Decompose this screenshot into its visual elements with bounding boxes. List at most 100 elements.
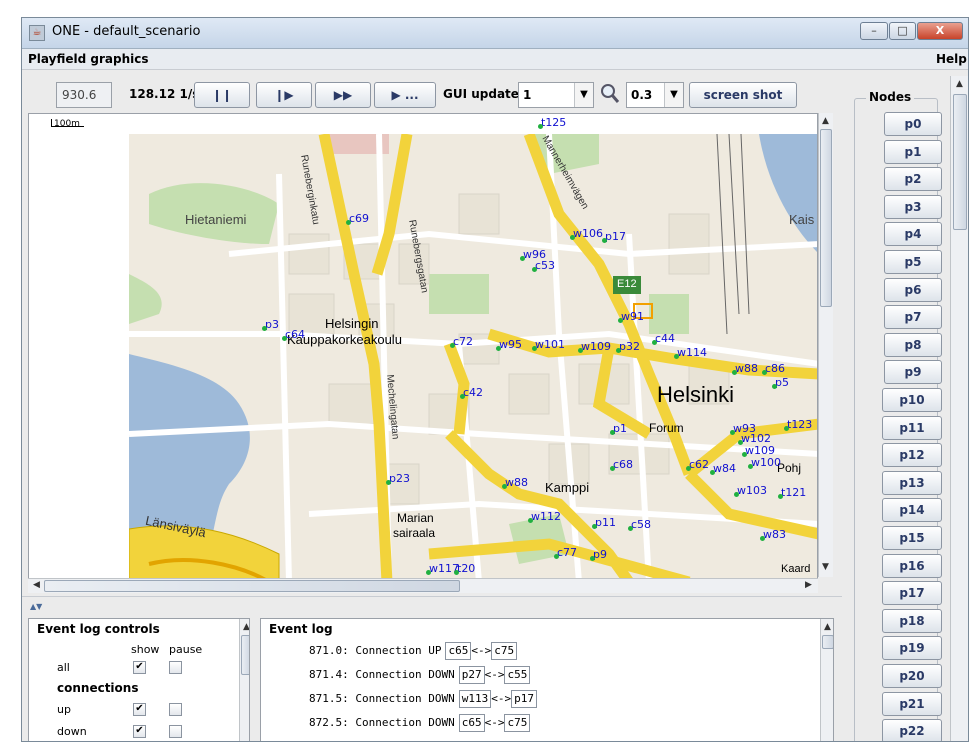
node-button-p4[interactable]: p4	[884, 222, 942, 247]
map-node[interactable]: w106	[570, 227, 603, 240]
filter-up-show-checkbox[interactable]: ✔	[133, 703, 146, 716]
map-node[interactable]: p17	[602, 230, 626, 243]
scroll-up-arrow-icon[interactable]: ▲	[953, 78, 966, 91]
map-node[interactable]: p11	[592, 516, 616, 529]
node-button-p22[interactable]: p22	[882, 719, 942, 741]
node-button-p12[interactable]: p12	[882, 443, 942, 468]
node-button-p21[interactable]: p21	[882, 691, 942, 716]
node-button-p10[interactable]: p10	[882, 388, 942, 412]
playfield-horizontal-scrollbar[interactable]: ◀ ▶	[28, 578, 818, 593]
filter-all-pause-checkbox[interactable]	[169, 661, 182, 674]
map-node[interactable]: p1	[610, 422, 627, 435]
map-node[interactable]: w88	[502, 476, 528, 489]
map-node[interactable]: w112	[528, 510, 561, 523]
scroll-thumb[interactable]	[822, 635, 833, 649]
map-node[interactable]: p5	[772, 376, 789, 389]
map-node[interactable]: c42	[459, 386, 483, 399]
node-button-p14[interactable]: p14	[882, 498, 942, 523]
menu-playfield-graphics[interactable]: Playfield graphics	[28, 52, 148, 66]
scroll-thumb[interactable]	[241, 635, 249, 675]
maximize-button[interactable]: □	[889, 22, 916, 40]
scroll-up-arrow-icon[interactable]: ▲	[821, 621, 833, 634]
screen-shot-button[interactable]: screen shot	[689, 82, 797, 108]
filter-down-pause-checkbox[interactable]	[169, 725, 182, 738]
map-node[interactable]: p32	[616, 340, 640, 353]
map-node[interactable]: c58	[627, 518, 651, 531]
map-node[interactable]: w103	[734, 484, 767, 497]
log-host-a[interactable]: p27	[458, 666, 485, 684]
menu-help[interactable]: Help	[936, 52, 967, 66]
log-host-a[interactable]: c65	[458, 714, 485, 732]
gui-update-select[interactable]: 1 ▼	[518, 82, 594, 108]
node-button-p7[interactable]: p7	[884, 305, 942, 330]
close-button[interactable]: X	[917, 22, 963, 40]
scroll-up-arrow-icon[interactable]: ▲	[819, 115, 832, 128]
node-button-p5[interactable]: p5	[884, 250, 942, 274]
node-button-p17[interactable]: p17	[882, 581, 942, 606]
log-host-b[interactable]: p17	[511, 690, 537, 708]
nodes-scrollbar[interactable]: ▲	[950, 76, 968, 741]
playfield-vertical-scrollbar[interactable]: ▲ ▼	[818, 113, 833, 577]
map-node[interactable]: w91	[618, 310, 644, 323]
split-pane-divider[interactable]: ▲▼	[22, 596, 842, 617]
map-node[interactable]: c77	[553, 546, 577, 559]
map-node[interactable]: t20	[453, 562, 475, 575]
node-button-p3[interactable]: p3	[884, 194, 942, 219]
map-node[interactable]: w114	[674, 346, 707, 359]
scroll-thumb[interactable]	[44, 580, 460, 592]
play-until-button[interactable]: ▶ ...	[374, 82, 436, 108]
log-host-a[interactable]: w113	[458, 690, 492, 708]
map-node[interactable]: t123	[783, 418, 812, 431]
log-host-a[interactable]: c65	[445, 642, 472, 660]
zoom-select[interactable]: 0.3 ▼	[626, 82, 684, 108]
minimize-button[interactable]: –	[860, 22, 888, 40]
map-node[interactable]: c69	[345, 212, 369, 225]
scroll-left-arrow-icon[interactable]: ◀	[30, 579, 43, 592]
map-node[interactable]: c44	[651, 332, 675, 345]
map-node[interactable]: w84	[710, 462, 736, 475]
scroll-right-arrow-icon[interactable]: ▶	[802, 579, 815, 592]
map-node[interactable]: t121	[777, 486, 806, 499]
event-log-controls-scrollbar[interactable]: ▲	[239, 619, 249, 741]
map-node[interactable]: p3	[262, 318, 279, 331]
map-node[interactable]: w88	[732, 362, 758, 375]
split-expand-icon[interactable]: ▲▼	[30, 602, 42, 611]
event-log-scrollbar[interactable]: ▲	[820, 619, 833, 741]
node-button-p20[interactable]: p20	[882, 664, 942, 688]
map-node[interactable]: t125	[537, 116, 566, 129]
node-button-p8[interactable]: p8	[884, 332, 942, 357]
map-node[interactable]: w100	[748, 456, 781, 469]
scroll-down-arrow-icon[interactable]: ▼	[819, 561, 832, 574]
map-node[interactable]: c62	[685, 458, 709, 471]
node-button-p0[interactable]: p0	[884, 112, 942, 136]
node-button-p16[interactable]: p16	[882, 553, 942, 578]
map-node[interactable]: w95	[496, 338, 522, 351]
map-node[interactable]: c86	[761, 362, 785, 375]
scroll-up-arrow-icon[interactable]: ▲	[240, 621, 249, 634]
log-host-b[interactable]: c75	[491, 642, 518, 660]
map-node[interactable]: c53	[531, 259, 555, 272]
map-node[interactable]: c72	[449, 335, 473, 348]
node-button-p18[interactable]: p18	[882, 608, 942, 633]
chevron-down-icon[interactable]: ▼	[574, 83, 593, 107]
playfield-map[interactable]: 100m Hietaniemi Helsingin Kauppakorkeako…	[28, 113, 818, 579]
map-node[interactable]: w109	[578, 340, 611, 353]
pause-button[interactable]: ❙❙	[194, 82, 250, 108]
map-node[interactable]: p23	[386, 472, 410, 485]
step-button[interactable]: ❙▶	[256, 82, 312, 108]
scroll-thumb[interactable]	[820, 129, 832, 307]
filter-down-show-checkbox[interactable]: ✔	[133, 725, 146, 738]
log-host-b[interactable]: c55	[504, 666, 531, 684]
node-button-p1[interactable]: p1	[884, 139, 942, 164]
filter-all-show-checkbox[interactable]: ✔	[133, 661, 146, 674]
node-button-p2[interactable]: p2	[884, 167, 942, 192]
fast-forward-button[interactable]: ▶▶	[315, 82, 371, 108]
node-button-p6[interactable]: p6	[884, 277, 942, 302]
node-button-p11[interactable]: p11	[882, 415, 942, 440]
chevron-down-icon[interactable]: ▼	[664, 83, 683, 107]
node-button-p15[interactable]: p15	[882, 526, 942, 550]
node-button-p13[interactable]: p13	[882, 470, 942, 495]
scroll-thumb[interactable]	[953, 94, 967, 230]
node-button-p19[interactable]: p19	[882, 636, 942, 661]
map-node[interactable]: w83	[760, 528, 786, 541]
